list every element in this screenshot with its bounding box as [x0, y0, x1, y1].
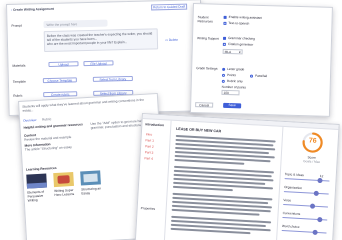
- editor-toolbar: [142, 114, 340, 131]
- points-radio[interactable]: [221, 73, 226, 77]
- stat-voice-slider[interactable]: [283, 204, 329, 208]
- assistant-checkbox[interactable]: [223, 15, 227, 19]
- rubric-only-option: Rubric only: [226, 78, 243, 84]
- delete-prompt-button[interactable]: ▭ Delete: [165, 38, 178, 42]
- upload-label: Upload: [58, 62, 69, 67]
- stat-voice-knob[interactable]: [309, 203, 316, 209]
- resource-thumb-3[interactable]: [80, 170, 101, 186]
- delete-label: Delete: [168, 37, 179, 43]
- rubric-value[interactable]: Create rubric: [43, 91, 78, 98]
- resource-thumb-2[interactable]: [53, 171, 74, 188]
- citation-style-select[interactable]: MLA ▾: [222, 48, 243, 55]
- stat-topic-knob[interactable]: [317, 177, 323, 184]
- stat-voice-label: Voice: [283, 198, 292, 203]
- student-resources-label: Student Resources: [197, 15, 213, 24]
- points-label: Number of points: [221, 84, 246, 90]
- tab-overview[interactable]: Overview: [23, 118, 37, 123]
- chevron-down-icon: ▾: [238, 50, 241, 55]
- outline-item-2[interactable]: Part 1: [145, 138, 154, 142]
- outline-item-5[interactable]: Part 4: [144, 156, 153, 160]
- essay-editor-panel: Introduction Intro Part 1 Part 2 Part 3 …: [134, 113, 340, 240]
- tab-rubric[interactable]: Rubric: [42, 117, 51, 122]
- materials-label: Materials: [12, 63, 26, 68]
- trash-icon: ▭: [164, 38, 168, 43]
- select-library-button[interactable]: Select from Library: [92, 75, 133, 82]
- file-upload-button[interactable]: File Upload: [83, 60, 114, 67]
- prompt-label: Prompt: [11, 23, 22, 28]
- resource-title-1[interactable]: Elements of Persuasive Writing: [27, 189, 50, 203]
- stat-conventions-label: Conventions: [282, 211, 301, 216]
- points-option: Points: [226, 72, 236, 78]
- passfail-option: Pass/fail: [254, 73, 268, 79]
- tts-checkbox[interactable]: [223, 21, 227, 25]
- templates-label: Template: [12, 79, 26, 84]
- grammar-option: Grammar checking: [227, 35, 256, 41]
- return-link[interactable]: Return to Guided Draft: [151, 3, 188, 11]
- save-button[interactable]: Save: [223, 102, 242, 109]
- resources-heading: Helpful writing and grammar resources: [23, 122, 83, 130]
- grammar-checkbox[interactable]: [222, 36, 227, 40]
- prompt-input[interactable]: Write the prompt here: [43, 19, 108, 29]
- properties-label: Properties: [140, 206, 156, 211]
- score-subcaption: Goals / Max: [302, 159, 321, 165]
- choose-template-label: Choose Template: [47, 78, 73, 84]
- letter-grade-option: Letter grade: [227, 66, 245, 72]
- stat-word-label: Word choice: [281, 223, 300, 229]
- outline-item-3[interactable]: Part 2: [145, 144, 154, 148]
- passfail-radio[interactable]: [249, 74, 254, 78]
- grade-settings-label: Grade Settings: [196, 66, 218, 71]
- stat-word-slider[interactable]: [281, 229, 327, 234]
- stat-topic-slider[interactable]: [284, 178, 330, 182]
- upload-button[interactable]: Upload: [48, 61, 79, 67]
- select-library-label: Select from Library: [99, 77, 127, 82]
- learning-resources-label: Learning Resources: [25, 165, 57, 172]
- score-value: 76: [308, 137, 317, 145]
- lesson-intro-text: Students will apply what they've learned…: [22, 97, 145, 113]
- cancel-button[interactable]: Cancel: [195, 102, 214, 108]
- file-upload-label: File Upload: [90, 61, 107, 66]
- writing-support-label: Writing Support: [196, 36, 219, 41]
- rubric-only-radio[interactable]: [221, 79, 225, 83]
- document-title: LEASE OR BUY NEW CAR: [176, 126, 222, 134]
- outline-title: Introduction: [145, 122, 165, 128]
- resource-thumb-1[interactable]: [26, 173, 48, 189]
- assignment-settings-panel: Student Resources Enable writing assista…: [189, 3, 333, 117]
- citation-checkbox[interactable]: [222, 42, 226, 46]
- rubric-value-label: Create rubric: [50, 92, 70, 97]
- outline-item-4[interactable]: Part 3: [145, 150, 154, 154]
- letter-grade-radio[interactable]: [222, 67, 226, 71]
- tts-option: Text-to-speech: [228, 20, 250, 26]
- stat-org-slider[interactable]: [283, 191, 329, 195]
- choose-template-button[interactable]: Choose Template: [42, 77, 77, 84]
- stat-conventions-knob[interactable]: [317, 216, 323, 223]
- stat-org-label: Organization: [283, 185, 303, 191]
- stat-org-knob[interactable]: [313, 190, 319, 196]
- resource-title-2[interactable]: Writing Super Hero Lessons: [54, 188, 76, 197]
- citation-style-value: MLA: [224, 49, 232, 55]
- assistant-option: Enable writing assistant: [228, 15, 263, 20]
- stat-topic-label: Topic & Ideas: [284, 172, 305, 178]
- rubric-label: Rubric: [13, 93, 23, 98]
- points-input[interactable]: 100: [221, 89, 240, 96]
- prompt-textarea[interactable]: Before the class was created the teacher…: [43, 28, 159, 53]
- outline-divider: [163, 120, 172, 240]
- page-title: Create Writing Assignment: [13, 6, 54, 12]
- resource-title-3[interactable]: Structuring an Essay: [81, 186, 103, 195]
- stat-word-knob[interactable]: [312, 229, 318, 235]
- outline-item-1[interactable]: Intro: [146, 132, 153, 136]
- citation-option: Citation generator: [227, 41, 254, 47]
